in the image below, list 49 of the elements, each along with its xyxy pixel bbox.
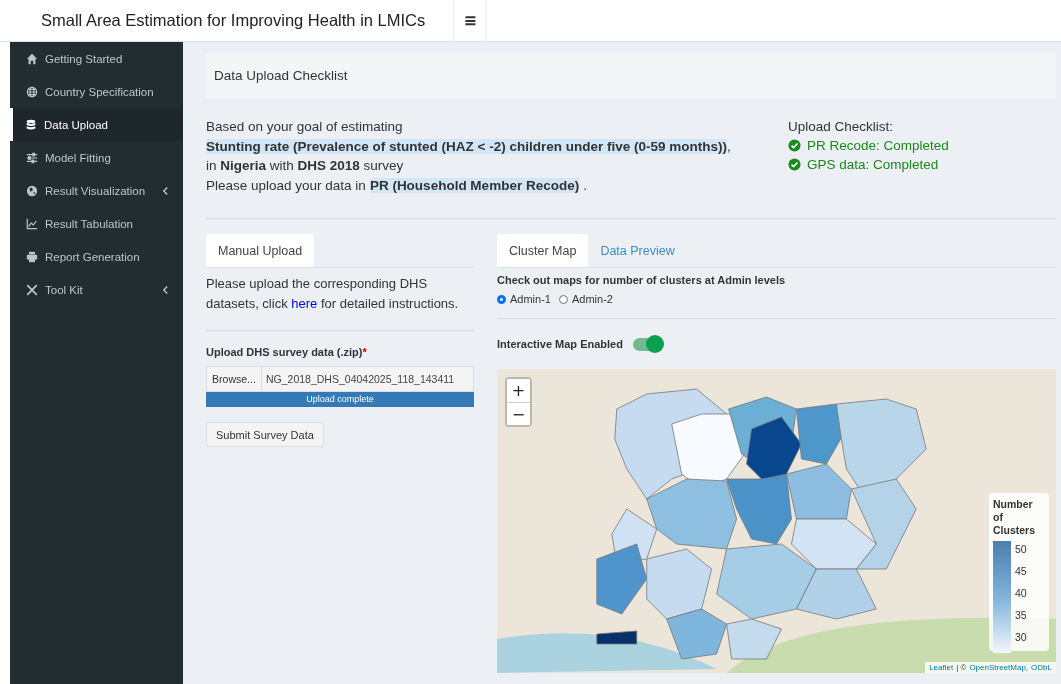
legend-title: Number of Clusters [993, 498, 1036, 537]
admin-radio-option[interactable]: Admin-1 [497, 293, 551, 305]
chart-icon [26, 217, 38, 230]
toggle-switch[interactable] [632, 337, 663, 351]
home-icon [26, 52, 38, 65]
sidebar-item[interactable]: Getting Started [10, 42, 183, 75]
app-title: Small Area Estimation for Improving Health in LMICs [40, 10, 427, 31]
odbl-link[interactable]: ODbL [1031, 663, 1052, 672]
zoom-out-button[interactable]: − [507, 402, 530, 425]
sidebar-item[interactable]: Result Visualization [10, 174, 183, 207]
leaflet-link[interactable]: Leaflet [929, 663, 954, 672]
sliders-icon [26, 151, 38, 164]
legend-tick-label: 45 [1014, 565, 1027, 577]
map-tab[interactable]: Cluster Map [497, 234, 589, 267]
admin-level-prompt: Check out maps for number of clusters at Admin levels [497, 274, 787, 286]
sidebar-item[interactable]: Tool Kit [10, 273, 183, 306]
sidebar-item[interactable]: Model Fitting [10, 141, 183, 174]
printer-icon [26, 250, 38, 263]
browse-button[interactable]: Browse... [206, 366, 262, 392]
legend-tick-label: 40 [1014, 587, 1027, 599]
progress-text: Upload complete [305, 393, 375, 406]
upload-field-label: Upload DHS survey data (.zip)* [206, 346, 368, 358]
openstreetmap-link[interactable]: OpenStreetMap, [969, 663, 1029, 672]
sidebar-item[interactable]: Result Tabulation [10, 207, 183, 240]
file-name-field[interactable]: NG_2018_DHS_04042025_118_143411 [262, 366, 474, 392]
manual-upload-tab[interactable]: Manual Upload [206, 234, 315, 267]
checklist-header-title: Data Upload Checklist [214, 68, 348, 83]
globe-filled-icon [26, 184, 38, 197]
checklist-item: GPS data: Completed [807, 156, 939, 174]
goal-description: Based on your goal of estimating Stunting rate (Prevalence of stunted (HAZ < -2) children under five (0-59 months)), in Nigeria with DHS 2018 survey Please upload your data in PR (Household Member Recode) . [206, 118, 731, 195]
upload-instructions: Please upload the corresponding DHS datasets, click here for detailed instructions. [206, 275, 460, 313]
upload-checklist-title: Upload Checklist: [788, 118, 895, 136]
legend-tick-label: 50 [1014, 543, 1027, 555]
menu-toggle-button[interactable]: ≡ [453, 0, 488, 41]
sidebar-item[interactable]: Report Generation [10, 240, 183, 273]
submit-button[interactable]: Submit Survey Data [206, 422, 324, 447]
sidebar-item[interactable]: Data Upload [10, 108, 183, 141]
sidebar-item[interactable]: Country Specification [10, 75, 183, 108]
attribution-separator: | © [956, 663, 967, 672]
map-view[interactable]: + − Number of Clusters 50 45 40 35 30 Leaflet | © OpenStreetMap, ODbL [497, 369, 1056, 673]
checklist-item: PR Recode: Completed [807, 137, 949, 155]
globe-icon [26, 85, 38, 98]
toggle-label: Interactive Map Enabled [497, 338, 623, 350]
instructions-link[interactable]: here [291, 296, 318, 311]
legend-tick-label: 35 [1014, 609, 1027, 621]
admin-radio-option[interactable]: Admin-2 [558, 293, 613, 305]
legend-tick-label: 30 [1014, 631, 1027, 643]
database-icon [25, 118, 37, 131]
zoom-in-button[interactable]: + [507, 379, 530, 402]
